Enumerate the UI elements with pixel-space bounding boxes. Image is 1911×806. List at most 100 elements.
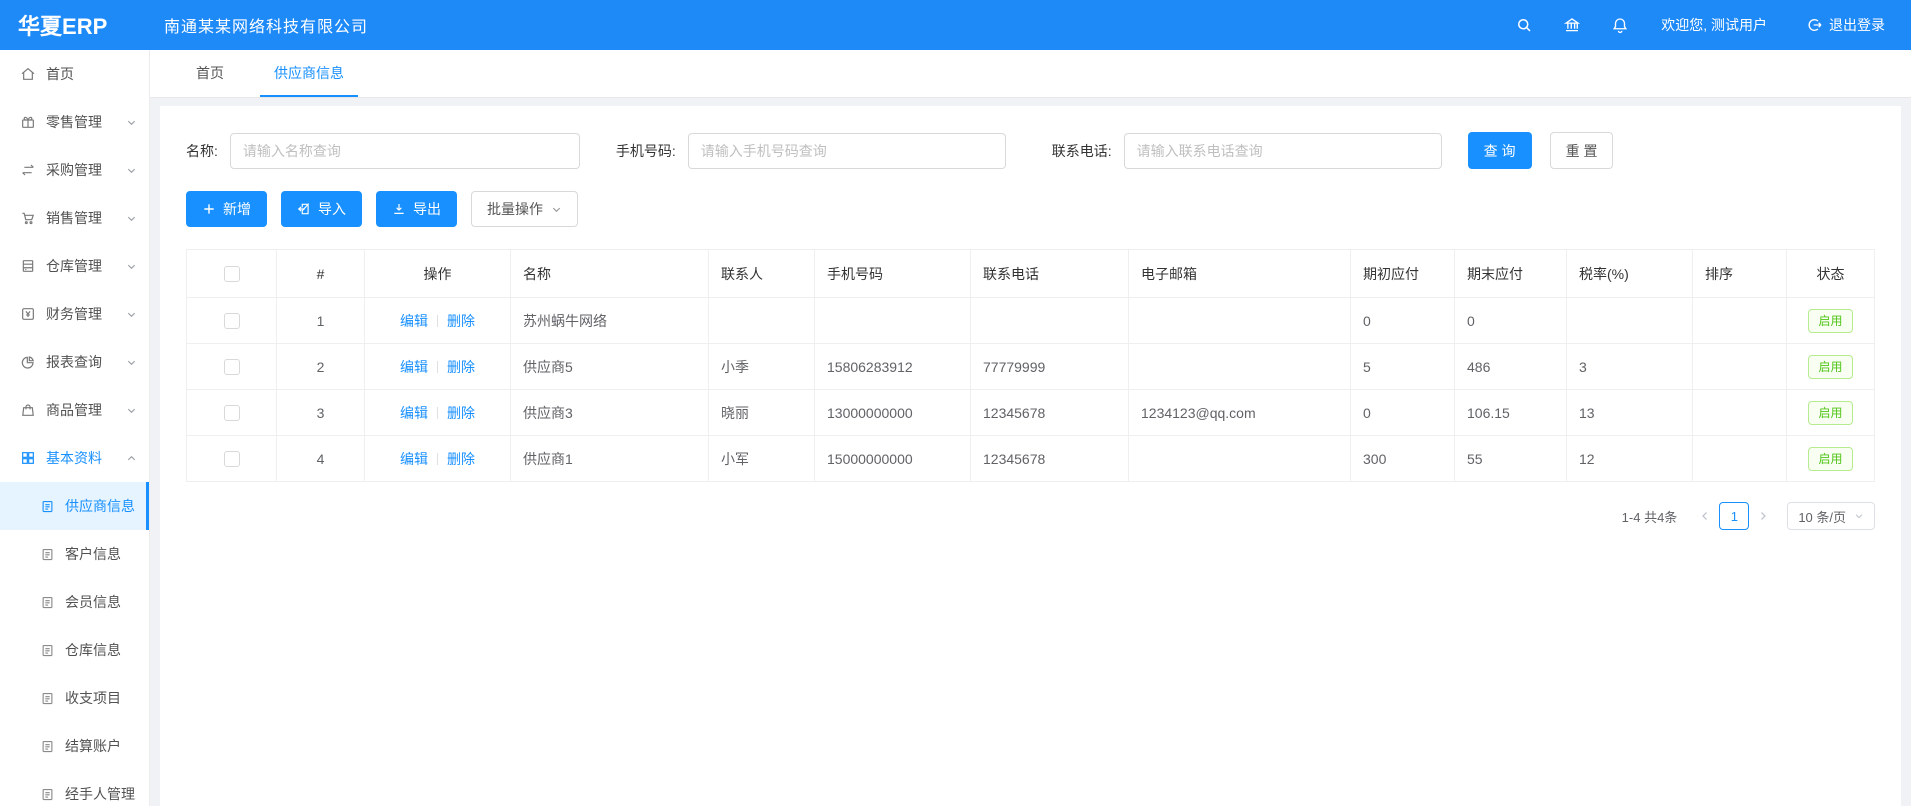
cart-icon <box>20 210 36 226</box>
sidebar-subitem-settlement-account[interactable]: 结算账户 <box>0 722 149 770</box>
logout-button[interactable]: 退出登录 <box>1807 15 1885 35</box>
tab-home[interactable]: 首页 <box>182 50 238 97</box>
sidebar-item-basic-data[interactable]: 基本资料 <box>0 434 149 482</box>
sidebar-subitem-label: 供应商信息 <box>65 496 135 516</box>
phone-search-input[interactable] <box>688 133 1006 169</box>
table-row: 3 编辑删除 供应商3 晓丽 13000000000 12345678 1234… <box>187 390 1875 436</box>
cell-end-payable: 486 <box>1455 344 1567 390</box>
reset-button[interactable]: 重 置 <box>1550 132 1614 169</box>
sidebar-subitem-income-expense[interactable]: 收支项目 <box>0 674 149 722</box>
sidebar-item-label: 商品管理 <box>46 400 102 420</box>
tel-search-input[interactable] <box>1124 133 1442 169</box>
sidebar-item-retail[interactable]: 零售管理 <box>0 98 149 146</box>
cell-name: 供应商5 <box>511 344 709 390</box>
bank-icon[interactable] <box>1563 16 1581 34</box>
company-name: 南通某某网络科技有限公司 <box>164 13 368 37</box>
sidebar-item-label: 采购管理 <box>46 160 102 180</box>
chevron-down-icon <box>126 261 137 272</box>
logo-text-cn: 华夏 <box>18 14 62 39</box>
edit-link[interactable]: 编辑 <box>400 359 428 375</box>
sidebar-item-label: 基本资料 <box>46 448 102 468</box>
cell-tax-rate: 12 <box>1567 436 1693 482</box>
export-button[interactable]: 导出 <box>376 191 457 227</box>
storage-icon <box>20 258 36 274</box>
add-button[interactable]: 新增 <box>186 191 267 227</box>
status-badge[interactable]: 启用 <box>1808 447 1852 471</box>
edit-link[interactable]: 编辑 <box>400 405 428 421</box>
sidebar-item-finance[interactable]: 财务管理 <box>0 290 149 338</box>
row-checkbox[interactable] <box>224 313 240 329</box>
doc-icon <box>40 787 55 802</box>
page-number-button[interactable]: 1 <box>1719 502 1749 530</box>
content-panel: 名称: 手机号码: 联系电话: 查 询 重 置 新增 导入 导出 <box>160 106 1901 806</box>
status-badge[interactable]: 启用 <box>1808 355 1852 379</box>
edit-link[interactable]: 编辑 <box>400 451 428 467</box>
pagination: 1-4 共4条 1 10 条/页 <box>186 502 1875 530</box>
sidebar-item-purchase[interactable]: 采购管理 <box>0 146 149 194</box>
prev-page-icon[interactable] <box>1699 510 1711 522</box>
column-header-status: 状态 <box>1787 250 1875 298</box>
sidebar-subitem-label: 仓库信息 <box>65 640 121 660</box>
cell-phone: 13000000000 <box>815 390 971 436</box>
bell-icon[interactable] <box>1611 16 1629 34</box>
sidebar-item-goods[interactable]: 商品管理 <box>0 386 149 434</box>
cell-contact: 小季 <box>709 344 815 390</box>
cell-tel: 12345678 <box>971 436 1129 482</box>
next-page-icon[interactable] <box>1757 510 1769 522</box>
cell-email: 1234123@qq.com <box>1129 390 1351 436</box>
delete-link[interactable]: 删除 <box>447 405 475 421</box>
chevron-up-icon <box>126 453 137 464</box>
row-checkbox[interactable] <box>224 405 240 421</box>
sidebar-subitem-member-info[interactable]: 会员信息 <box>0 578 149 626</box>
delete-link[interactable]: 删除 <box>447 313 475 329</box>
row-checkbox[interactable] <box>224 451 240 467</box>
batch-operations-dropdown[interactable]: 批量操作 <box>471 191 578 227</box>
cell-contact: 小军 <box>709 436 815 482</box>
sidebar-item-reports[interactable]: 报表查询 <box>0 338 149 386</box>
chevron-down-icon <box>126 165 137 176</box>
doc-icon <box>40 547 55 562</box>
sidebar-item-sales[interactable]: 销售管理 <box>0 194 149 242</box>
search-button[interactable]: 查 询 <box>1468 132 1532 169</box>
phone-label: 手机号码: <box>616 141 676 161</box>
row-checkbox[interactable] <box>224 359 240 375</box>
sidebar-item-label: 零售管理 <box>46 112 102 132</box>
cell-end-payable: 106.15 <box>1455 390 1567 436</box>
cell-email <box>1129 344 1351 390</box>
edit-link[interactable]: 编辑 <box>400 313 428 329</box>
sidebar-subitem-customer-info[interactable]: 客户信息 <box>0 530 149 578</box>
sidebar-item-home[interactable]: 首页 <box>0 50 149 98</box>
chevron-down-icon <box>126 405 137 416</box>
row-index: 3 <box>277 390 365 436</box>
chevron-down-icon <box>126 117 137 128</box>
batch-operations-label: 批量操作 <box>487 199 543 219</box>
tab-supplier-info[interactable]: 供应商信息 <box>260 50 358 97</box>
sidebar-subitem-warehouse-info[interactable]: 仓库信息 <box>0 626 149 674</box>
column-header-index: # <box>277 250 365 298</box>
page-size-select[interactable]: 10 条/页 <box>1787 502 1875 530</box>
table-header-row: # 操作 名称 联系人 手机号码 联系电话 电子邮箱 期初应付 期末应付 税率(… <box>187 250 1875 298</box>
import-button[interactable]: 导入 <box>281 191 362 227</box>
status-badge[interactable]: 启用 <box>1808 401 1852 425</box>
column-header-tax-rate: 税率(%) <box>1567 250 1693 298</box>
cell-tax-rate: 3 <box>1567 344 1693 390</box>
search-icon[interactable] <box>1515 16 1533 34</box>
action-divider <box>437 315 438 327</box>
delete-link[interactable]: 删除 <box>447 359 475 375</box>
select-all-checkbox[interactable] <box>224 266 240 282</box>
sidebar-subitem-label: 客户信息 <box>65 544 121 564</box>
column-header-tel: 联系电话 <box>971 250 1129 298</box>
name-search-input[interactable] <box>230 133 580 169</box>
cell-name: 供应商1 <box>511 436 709 482</box>
sidebar-subitem-supplier-info[interactable]: 供应商信息 <box>0 482 149 530</box>
sidebar-subitem-handler-management[interactable]: 经手人管理 <box>0 770 149 806</box>
status-badge[interactable]: 启用 <box>1808 309 1852 333</box>
sidebar-item-warehouse[interactable]: 仓库管理 <box>0 242 149 290</box>
logout-label: 退出登录 <box>1829 15 1885 35</box>
table-row: 1 编辑删除 苏州蜗牛网络 0 0 启用 <box>187 298 1875 344</box>
delete-link[interactable]: 删除 <box>447 451 475 467</box>
cell-phone: 15000000000 <box>815 436 971 482</box>
cell-begin-payable: 5 <box>1351 344 1455 390</box>
cell-tel: 12345678 <box>971 390 1129 436</box>
sidebar-item-label: 销售管理 <box>46 208 102 228</box>
